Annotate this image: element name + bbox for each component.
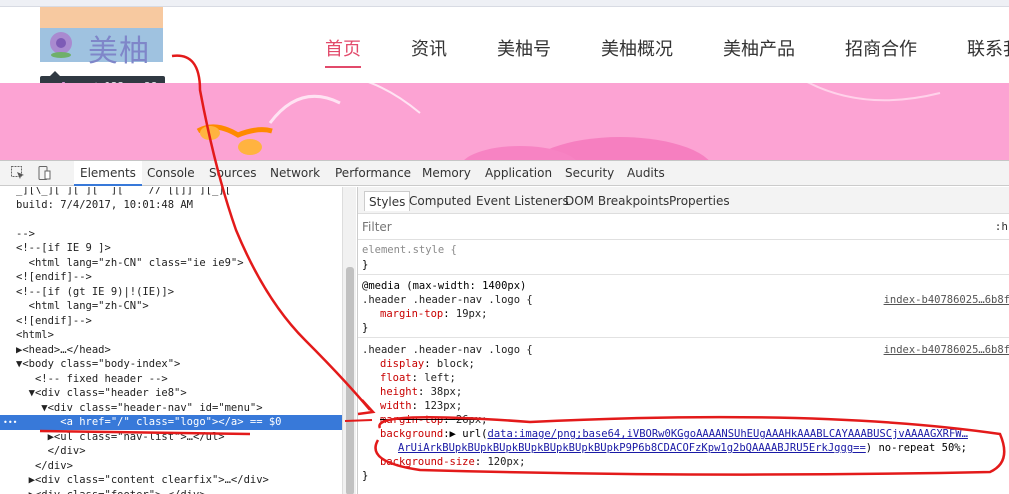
dom-node-line[interactable]: <![endif]-->	[0, 314, 342, 329]
style-property-float[interactable]: float: left;	[380, 371, 456, 385]
devtools-tab-security[interactable]: Security	[559, 161, 620, 186]
style-property-background-continued: ArUiArkBUpkBUpkBUpkBUpkBUpkBUpkBUpkP9P6b…	[398, 442, 967, 454]
subtab-properties[interactable]: Properties	[665, 191, 734, 211]
dom-node-selected[interactable]: <a href="/" class="logo"></a> == $0	[0, 415, 342, 430]
subtab-styles[interactable]: Styles	[364, 191, 411, 211]
styles-filter-row: :h	[358, 215, 1009, 240]
devtools-tabbar: Elements Console Sources Network Perform…	[0, 161, 1009, 186]
media-query: @media (max-width: 1400px)	[362, 280, 527, 292]
rule-element-style: element.style { }	[358, 241, 1009, 275]
dom-node-line[interactable]: <html>	[0, 328, 342, 343]
style-property-background[interactable]: background:▶ url(data:image/png;base64,i…	[380, 427, 968, 441]
subtab-computed[interactable]: Computed	[405, 191, 475, 211]
subtab-dom-breakpoints[interactable]: DOM Breakpoints	[561, 191, 673, 211]
nav-item-home[interactable]: 首页	[325, 35, 361, 68]
rule-close-brace: }	[362, 322, 369, 334]
inspect-element-icon[interactable]	[10, 165, 26, 181]
dom-node-line[interactable]: </div>	[0, 459, 342, 474]
devtools-tab-console[interactable]: Console	[141, 161, 201, 186]
rule-selector[interactable]: element.style {	[362, 243, 457, 257]
style-property-display[interactable]: display: block;	[380, 357, 475, 371]
style-property-margin-top-overridden[interactable]: margin-top: 26px;	[380, 413, 487, 427]
hover-state-toggle[interactable]: :h	[995, 220, 1008, 233]
elements-scrollbar[interactable]	[342, 187, 356, 494]
style-property-height[interactable]: height: 38px;	[380, 385, 462, 399]
dom-node-line[interactable]: <!--[if (gt IE 9)|!(IE)]>	[0, 285, 342, 300]
rule-header-nav-logo: .header .header-nav .logo { index-b40786…	[358, 339, 1009, 494]
rule-source-link[interactable]: index-b40786025…6b8f	[884, 343, 1009, 357]
background-data-url-link-cont[interactable]: ArUiArkBUpkBUpkBUpkBUpkBUpkBUpkBUpkP9P6b…	[398, 442, 866, 454]
site-logo-link[interactable]: 美柚	[88, 26, 150, 70]
dom-node-line[interactable]: ▶<div class="footer">…</div>	[0, 488, 342, 494]
devtools-tab-elements[interactable]: Elements	[74, 161, 142, 186]
nav-item-products[interactable]: 美柚产品	[723, 35, 795, 61]
selected-node-ellipsis-icon[interactable]: •••	[3, 415, 17, 430]
dom-node-line[interactable]: </div>	[0, 444, 342, 459]
dom-node-line[interactable]: build: 7/4/2017, 10:01:48 AM	[0, 198, 342, 213]
browser-top-strip	[0, 0, 1009, 7]
rule-close-brace: }	[362, 470, 369, 482]
styles-pane: Styles Computed Event Listeners DOM Brea…	[357, 187, 1009, 494]
rule-selector[interactable]: .header .header-nav .logo {	[362, 293, 533, 307]
dom-node-line[interactable]: _][\_][ ][ ][ ][ // [[]] ][_][	[0, 187, 342, 198]
styles-filter-input[interactable]	[362, 218, 962, 236]
devtools-tab-audits[interactable]: Audits	[621, 161, 671, 186]
devtools-tab-memory[interactable]: Memory	[416, 161, 477, 186]
style-property-margin-top[interactable]: margin-top: 19px;	[380, 307, 487, 321]
nav-item-news[interactable]: 资讯	[411, 35, 447, 61]
rule-close-brace: }	[362, 259, 369, 271]
subtab-event-listeners[interactable]: Event Listeners	[472, 191, 573, 211]
dom-node-line[interactable]: ▶<head>…</head>	[0, 343, 342, 358]
dom-node-line[interactable]: ▼<div class="header-nav" id="menu">	[0, 401, 342, 416]
logo-flower-icon	[50, 32, 72, 58]
elements-dom-tree[interactable]: _][\_][ ][ ][ ][ // [[]] ][_][build: 7/4…	[0, 187, 342, 494]
dom-node-line[interactable]: ▶<div class="content clearfix">…</div>	[0, 473, 342, 488]
device-toolbar-icon[interactable]	[36, 165, 52, 181]
nav-item-meiyou-account[interactable]: 美柚号	[497, 35, 551, 61]
website-viewport: 美柚 a.logo|123 × 38 首页 资讯 美柚号 美柚概况 美柚产品 招…	[0, 0, 1009, 160]
hero-banner	[0, 83, 1009, 160]
style-property-background-size[interactable]: background-size: 120px;	[380, 455, 525, 469]
dom-node-line[interactable]: -->	[0, 227, 342, 242]
nav-item-contact[interactable]: 联系我	[967, 35, 1009, 61]
devtools-panel: Elements Console Sources Network Perform…	[0, 160, 1009, 494]
devtools-tab-network[interactable]: Network	[264, 161, 326, 186]
dom-node-line[interactable]: <!-- fixed header -->	[0, 372, 342, 387]
dom-node-line[interactable]: ▼<div class="header ie8">	[0, 386, 342, 401]
dom-node-line[interactable]: <![endif]-->	[0, 270, 342, 285]
dom-node-line[interactable]: ▶<ul class="nav-list">…</ul>	[0, 430, 342, 445]
styles-subtabs: Styles Computed Event Listeners DOM Brea…	[358, 187, 1009, 214]
dom-node-line[interactable]: <html lang="zh-CN" class="ie ie9">	[0, 256, 342, 271]
dom-node-line[interactable]: <html lang="zh-CN">	[0, 299, 342, 314]
rule-source-link[interactable]: index-b40786025…6b8f	[884, 293, 1009, 307]
elements-scrollbar-thumb[interactable]	[346, 267, 354, 494]
nav-item-overview[interactable]: 美柚概况	[601, 35, 673, 61]
style-property-width[interactable]: width: 123px;	[380, 399, 462, 413]
banner-illustration	[196, 83, 941, 160]
devtools-tab-sources[interactable]: Sources	[203, 161, 262, 186]
rule-media-logo: @media (max-width: 1400px) .header .head…	[358, 276, 1009, 338]
devtools-tab-application[interactable]: Application	[479, 161, 558, 186]
expand-triangle-icon[interactable]: ▶	[450, 428, 456, 440]
dom-node-line[interactable]	[0, 212, 342, 227]
nav-item-business[interactable]: 招商合作	[845, 35, 917, 61]
rule-selector[interactable]: .header .header-nav .logo {	[362, 343, 533, 357]
background-data-url-link[interactable]: data:image/png;base64,iVBORw0KGgoAAAANSU…	[488, 428, 968, 440]
dom-node-line[interactable]: ▼<body class="body-index">	[0, 357, 342, 372]
dom-node-line[interactable]: <!--[if IE 9 ]>	[0, 241, 342, 256]
devtools-tab-performance[interactable]: Performance	[329, 161, 417, 186]
